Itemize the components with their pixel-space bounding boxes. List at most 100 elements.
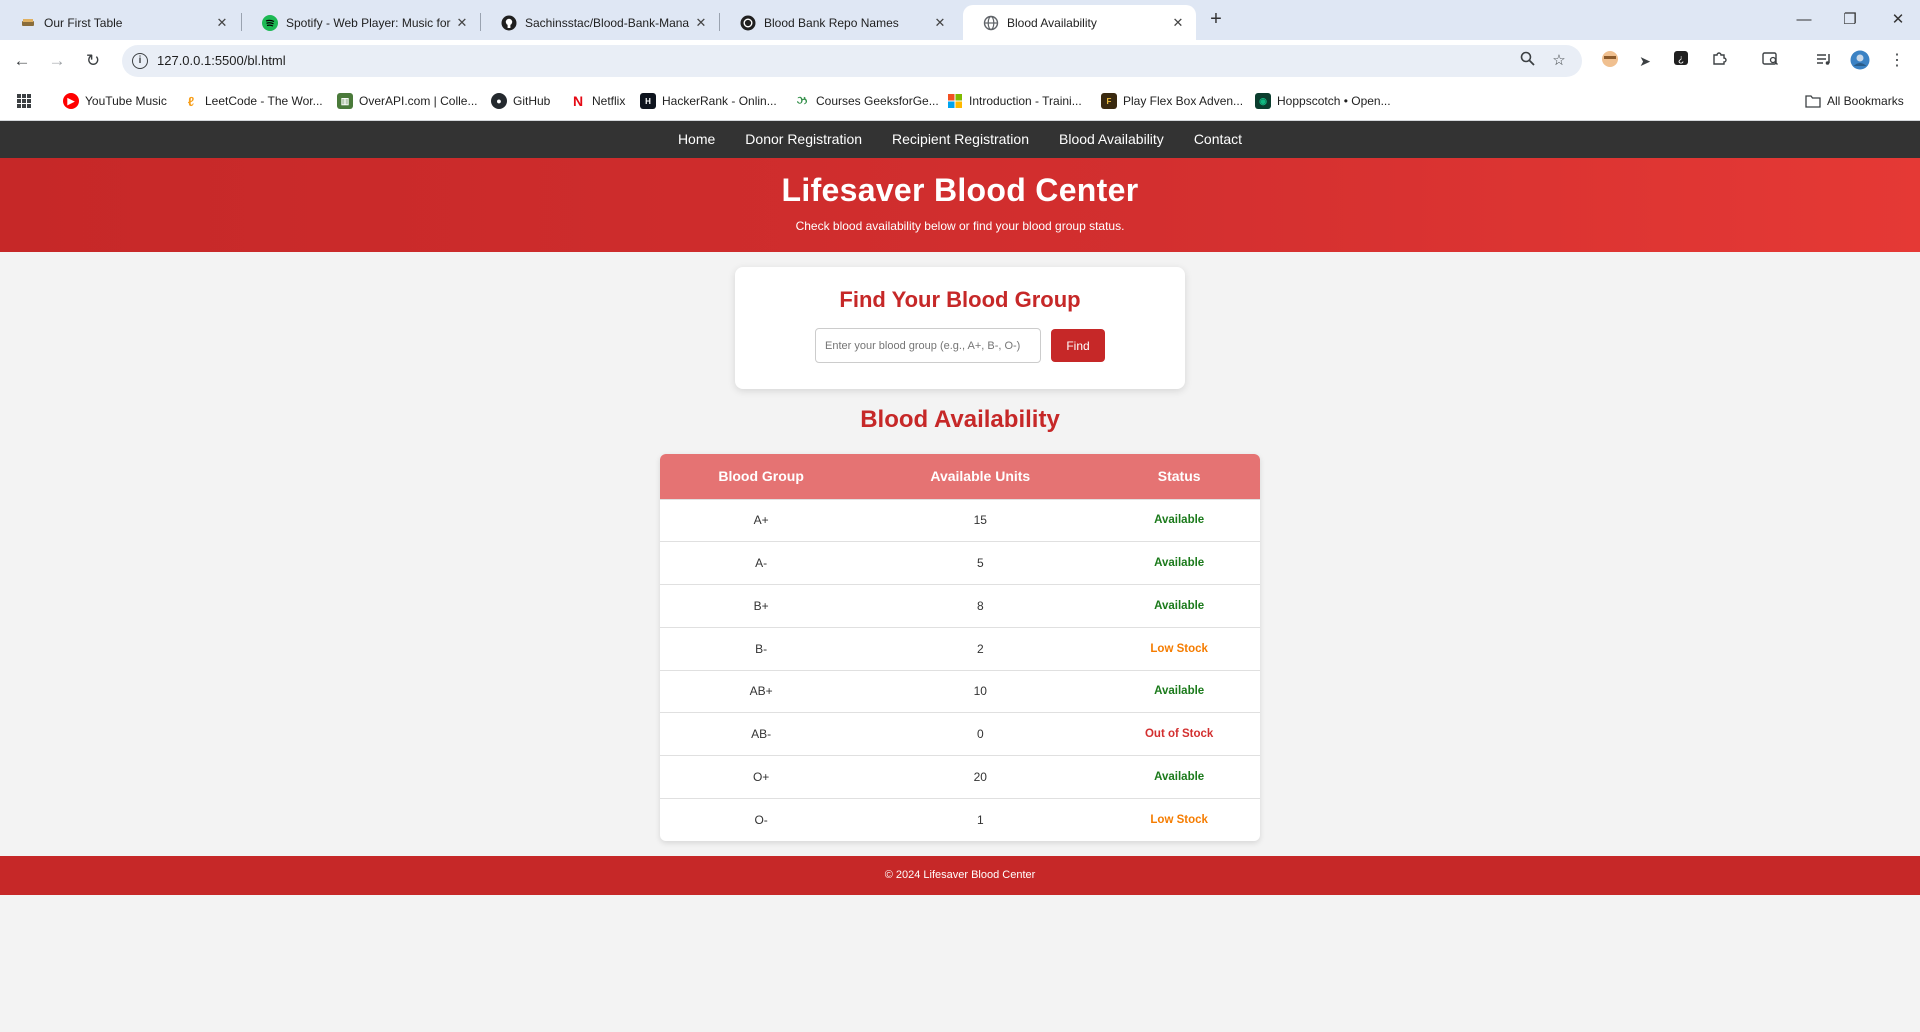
bookmark-overapi[interactable]: ▥ OverAPI.com | Colle...: [337, 91, 477, 111]
cell-status: Low Stock: [1098, 797, 1260, 841]
url-text[interactable]: 127.0.0.1:5500/bl.html: [157, 53, 286, 68]
close-tab-icon[interactable]: ✕: [932, 15, 948, 31]
bookmark-star-icon[interactable]: ☆: [1549, 51, 1569, 71]
new-tab-icon[interactable]: +: [1204, 8, 1228, 32]
find-title: Find Your Blood Group: [839, 287, 1081, 312]
cell-status: Available: [1098, 541, 1260, 585]
forward-icon[interactable]: →: [45, 49, 69, 73]
bookmark-label: Introduction - Traini...: [969, 94, 1082, 108]
nav-contact[interactable]: Contact: [1179, 121, 1257, 158]
address-bar[interactable]: i 127.0.0.1:5500/bl.html ☆: [122, 45, 1582, 77]
browser-tab[interactable]: Our First Table ✕: [0, 5, 240, 40]
find-blood-group-card: Find Your Blood Group Find: [735, 267, 1185, 389]
page-footer: © 2024 Lifesaver Blood Center: [0, 856, 1920, 895]
netflix-icon: N: [572, 93, 584, 109]
restore-icon[interactable]: ❐: [1838, 8, 1862, 32]
flexbox-icon: F: [1101, 93, 1117, 109]
zoom-icon[interactable]: [1517, 51, 1537, 71]
cell-status: Available: [1098, 498, 1260, 542]
hero-subtitle: Check blood availability below or find y…: [795, 219, 1125, 233]
table-row: B- 2 Low Stock: [660, 626, 1260, 670]
bookmark-hackerrank[interactable]: H HackerRank - Onlin...: [640, 91, 777, 111]
extensions-puzzle-icon[interactable]: [1708, 50, 1730, 72]
nav-recipient-registration[interactable]: Recipient Registration: [877, 121, 1044, 158]
bookmark-label: Netflix: [592, 94, 626, 108]
table-row: AB+ 10 Available: [660, 669, 1260, 713]
browser-tab-active[interactable]: Blood Availability ✕: [963, 5, 1196, 40]
cell-blood-group: AB+: [660, 669, 863, 713]
close-tab-icon[interactable]: ✕: [1170, 15, 1186, 31]
bookmark-youtube-music[interactable]: ▶ YouTube Music: [63, 91, 167, 111]
table-row: AB- 0 Out of Stock: [660, 712, 1260, 756]
all-bookmarks[interactable]: All Bookmarks: [1805, 91, 1904, 111]
cell-status: Low Stock: [1098, 626, 1260, 670]
send-extension-icon[interactable]: ➤: [1634, 50, 1656, 72]
bookmark-github[interactable]: ● GitHub: [491, 91, 550, 111]
reload-icon[interactable]: ↻: [81, 49, 105, 73]
bookmark-label: GitHub: [513, 94, 551, 108]
close-tab-icon[interactable]: ✕: [693, 15, 709, 31]
browser-toolbar: ← → ↻ i 127.0.0.1:5500/bl.html ☆ ➤ ¿ ⋮: [0, 40, 1920, 82]
header-blood-group: Blood Group: [660, 454, 863, 499]
cell-status: Available: [1098, 755, 1260, 799]
browser-tab[interactable]: Spotify - Web Player: Music for ✕: [242, 5, 480, 40]
github-icon: ●: [491, 93, 507, 109]
openai-icon: [740, 15, 756, 31]
nav-home[interactable]: Home: [663, 121, 730, 158]
back-icon[interactable]: ←: [10, 49, 34, 73]
extension-icon[interactable]: ¿: [1670, 50, 1692, 72]
close-window-icon[interactable]: ✕: [1886, 8, 1910, 32]
cell-status: Available: [1098, 584, 1260, 628]
bookmark-label: LeetCode - The Wor...: [205, 94, 323, 108]
media-control-icon[interactable]: [1813, 50, 1835, 72]
cell-status: Available: [1098, 669, 1260, 713]
bookmark-leetcode[interactable]: ℓ LeetCode - The Wor...: [183, 91, 323, 111]
site-info-icon[interactable]: i: [132, 53, 148, 69]
browser-tab[interactable]: Blood Bank Repo Names ✕: [720, 5, 958, 40]
browser-tab-strip: Our First Table ✕ Spotify - Web Player: …: [0, 0, 1920, 40]
tab-title: Sachinsstac/Blood-Bank-Mana: [525, 15, 690, 30]
cell-units: 2: [862, 626, 1099, 670]
blood-group-search-input[interactable]: [815, 328, 1041, 363]
cell-blood-group: O-: [660, 797, 863, 841]
bookmarks-bar: ▶ YouTube Music ℓ LeetCode - The Wor... …: [0, 82, 1920, 121]
bookmark-geeksforgeeks[interactable]: ઝ Courses GeeksforGe...: [794, 91, 939, 111]
bookmark-label: OverAPI.com | Colle...: [359, 94, 478, 108]
bookmark-label: Play Flex Box Adven...: [1123, 94, 1244, 108]
cell-blood-group: A+: [660, 498, 863, 542]
cell-units: 20: [862, 755, 1099, 799]
bookmark-label: Hoppscotch • Open...: [1277, 94, 1391, 108]
close-tab-icon[interactable]: ✕: [214, 15, 230, 31]
table-row: O+ 20 Available: [660, 755, 1260, 799]
bookmark-netflix[interactable]: N Netflix: [570, 91, 625, 111]
bookmark-microsoft-learn[interactable]: Introduction - Traini...: [947, 91, 1082, 111]
nav-donor-registration[interactable]: Donor Registration: [730, 121, 877, 158]
header-status: Status: [1098, 454, 1260, 499]
all-bookmarks-label: All Bookmarks: [1827, 94, 1904, 108]
browser-tab[interactable]: Sachinsstac/Blood-Bank-Mana ✕: [481, 5, 719, 40]
overapi-icon: ▥: [337, 93, 353, 109]
hackerrank-icon: H: [640, 93, 656, 109]
find-button[interactable]: Find: [1051, 329, 1105, 362]
table-header-row: Blood Group Available Units Status: [660, 454, 1260, 499]
browser-menu-icon[interactable]: ⋮: [1886, 50, 1908, 72]
hero-banner: Lifesaver Blood Center Check blood avail…: [0, 158, 1920, 252]
minimize-icon[interactable]: —: [1792, 8, 1816, 32]
bookmark-label: Courses GeeksforGe...: [816, 94, 939, 108]
svg-text:¿: ¿: [1678, 54, 1684, 65]
nav-blood-availability[interactable]: Blood Availability: [1044, 121, 1179, 158]
tab-search-icon[interactable]: [1759, 50, 1781, 72]
cell-units: 5: [862, 541, 1099, 585]
site-navigation: Home Donor Registration Recipient Regist…: [0, 121, 1920, 158]
cell-blood-group: AB-: [660, 712, 863, 756]
bookmark-flexbox-adventure[interactable]: F Play Flex Box Adven...: [1101, 91, 1243, 111]
globe-icon: [983, 15, 999, 31]
gfg-icon: ઝ: [796, 94, 808, 107]
bookmark-label: HackerRank - Onlin...: [662, 94, 777, 108]
extension-avatar-icon[interactable]: [1599, 50, 1621, 72]
apps-grid-icon[interactable]: [16, 91, 32, 111]
profile-avatar[interactable]: [1849, 50, 1871, 72]
leetcode-icon: ℓ: [187, 93, 195, 109]
close-tab-icon[interactable]: ✕: [454, 15, 470, 31]
bookmark-hoppscotch[interactable]: ◉ Hoppscotch • Open...: [1255, 91, 1391, 111]
